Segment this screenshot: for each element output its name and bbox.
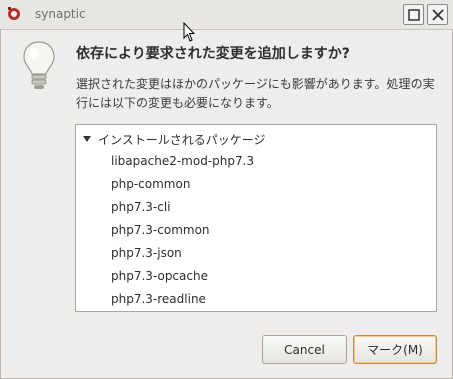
dialog-description: 選択された変更はほかのパッケージにも影響があります。処理の実行には以下の変更も必…	[76, 77, 435, 110]
dialog-heading: 依存により要求された変更を追加しますか?	[76, 46, 350, 62]
package-item[interactable]: php7.3-opcache	[111, 269, 208, 283]
maximize-icon	[408, 9, 420, 21]
package-group-row[interactable]: インストールされるパッケージ	[82, 130, 266, 148]
window-title: synaptic	[35, 7, 86, 21]
package-item[interactable]: php7.3-common	[111, 223, 210, 237]
synaptic-app-icon	[8, 7, 20, 20]
maximize-button[interactable]	[403, 4, 424, 25]
close-icon	[432, 9, 444, 21]
mouse-cursor-icon	[183, 22, 195, 42]
mark-button[interactable]: マーク(M)	[353, 335, 437, 364]
package-item[interactable]: php7.3-json	[111, 246, 182, 260]
expander-down-icon[interactable]	[82, 134, 92, 144]
package-item[interactable]: php-common	[111, 177, 190, 191]
title-bar: synaptic	[0, 0, 453, 30]
package-tree-view[interactable]: インストールされるパッケージ libapache2-mod-php7.3 php…	[75, 124, 437, 312]
package-item[interactable]: php7.3-cli	[111, 200, 171, 214]
package-item[interactable]: libapache2-mod-php7.3	[111, 154, 254, 168]
cancel-button[interactable]: Cancel	[262, 335, 347, 364]
lightbulb-icon	[23, 41, 55, 89]
close-button[interactable]	[427, 4, 448, 25]
package-group-label: インストールされるパッケージ	[98, 132, 266, 147]
package-item[interactable]: php7.3-readline	[111, 292, 206, 306]
